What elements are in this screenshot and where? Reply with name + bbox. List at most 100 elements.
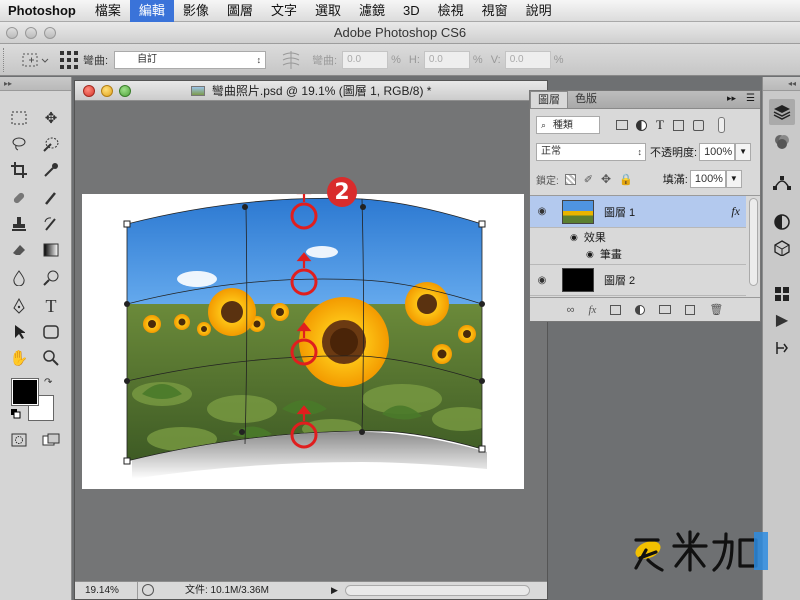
tool-preset-icon[interactable] bbox=[21, 49, 49, 71]
layer-row-1[interactable]: ◉ 圖層 1 fx bbox=[530, 196, 746, 228]
add-mask-icon[interactable] bbox=[610, 304, 622, 315]
fill-input[interactable]: 100% bbox=[689, 170, 726, 188]
navigator-panel-button-icon[interactable] bbox=[769, 281, 795, 307]
crop-tool-icon[interactable] bbox=[7, 159, 31, 181]
menu-layer[interactable]: 圖層 bbox=[218, 0, 262, 22]
minimize-window-button[interactable] bbox=[25, 27, 37, 39]
warp-orientation-icon[interactable] bbox=[280, 49, 302, 71]
layer-1-name[interactable]: 圖層 1 bbox=[604, 204, 635, 220]
quick-mask-icon[interactable] bbox=[7, 429, 31, 451]
layer-effects-row[interactable]: ◉ 效果 bbox=[570, 229, 606, 245]
layers-panel-button-icon[interactable] bbox=[769, 99, 795, 125]
lock-all-icon[interactable]: 🔒 bbox=[619, 173, 633, 186]
document-minimize-button[interactable] bbox=[101, 85, 113, 97]
panel-menu-icon[interactable]: ☰ bbox=[746, 93, 755, 104]
lock-image-icon[interactable]: ✐ bbox=[584, 173, 593, 186]
hand-tool-icon[interactable]: ✋ bbox=[7, 347, 31, 369]
warp-style-select[interactable]: 自訂 ↕ bbox=[114, 50, 267, 69]
reference-point-icon[interactable] bbox=[59, 50, 79, 70]
menu-view[interactable]: 檢視 bbox=[429, 0, 473, 22]
quick-selection-tool-icon[interactable] bbox=[39, 133, 63, 155]
actions-panel-button-icon[interactable]: ▶ bbox=[769, 307, 795, 333]
document-zoom-button[interactable] bbox=[119, 85, 131, 97]
menu-image[interactable]: 影像 bbox=[174, 0, 218, 22]
status-export-icon[interactable] bbox=[142, 584, 154, 596]
panel-collapse-icon[interactable]: ▸▸ bbox=[727, 93, 736, 104]
delete-layer-icon[interactable]: 🗑 bbox=[709, 303, 723, 316]
adjustments-panel-button-icon[interactable] bbox=[769, 209, 795, 235]
tab-channels[interactable]: 色版 bbox=[568, 91, 604, 108]
paths-panel-button-icon[interactable] bbox=[769, 169, 795, 195]
spot-healing-tool-icon[interactable] bbox=[7, 187, 31, 209]
eraser-tool-icon[interactable] bbox=[7, 239, 31, 261]
h-distortion-input[interactable]: 0.0 bbox=[423, 50, 470, 69]
channels-panel-button-icon[interactable] bbox=[769, 129, 795, 155]
zoom-level[interactable]: 19.14% bbox=[85, 582, 119, 599]
layer-filter-select[interactable]: ⌕ 種類 bbox=[536, 116, 600, 134]
blend-mode-select[interactable]: 正常 ↕ bbox=[536, 143, 646, 161]
filter-smart-object-icon[interactable] bbox=[692, 119, 704, 131]
history-brush-tool-icon[interactable] bbox=[39, 213, 63, 235]
visibility-eye-icon[interactable]: ◉ bbox=[530, 206, 554, 217]
history-panel-button-icon[interactable] bbox=[769, 335, 795, 361]
path-selection-tool-icon[interactable] bbox=[7, 321, 31, 343]
horizontal-scrollbar[interactable] bbox=[345, 585, 530, 596]
bend-input[interactable]: 0.0 bbox=[342, 50, 389, 69]
filter-pixel-icon[interactable] bbox=[616, 120, 628, 130]
blur-tool-icon[interactable] bbox=[7, 267, 31, 289]
filter-type-icon[interactable]: T bbox=[656, 117, 664, 133]
menu-select[interactable]: 選取 bbox=[306, 0, 350, 22]
toolbox-collapse-bar[interactable]: ▸▸ bbox=[0, 77, 71, 91]
foreground-color-swatch[interactable] bbox=[11, 378, 39, 406]
type-tool-icon[interactable]: T bbox=[39, 295, 63, 317]
layer-row-2[interactable]: ◉ 圖層 2 bbox=[530, 264, 746, 296]
layer-2-name[interactable]: 圖層 2 bbox=[604, 272, 635, 288]
lasso-tool-icon[interactable] bbox=[7, 133, 31, 155]
menu-help[interactable]: 說明 bbox=[517, 0, 561, 22]
document-close-button[interactable] bbox=[83, 85, 95, 97]
link-layers-icon[interactable]: ∞ bbox=[567, 304, 575, 316]
eyedropper-tool-icon[interactable] bbox=[39, 159, 63, 181]
layer-stroke-row[interactable]: ◉ 筆畫 bbox=[586, 246, 622, 262]
opacity-dropdown-icon[interactable]: ▼ bbox=[735, 143, 752, 161]
zoom-tool-icon[interactable] bbox=[39, 347, 63, 369]
effects-eye-icon[interactable]: ◉ bbox=[570, 232, 578, 243]
tab-layers[interactable]: 圖層 bbox=[530, 91, 568, 108]
v-distortion-input[interactable]: 0.0 bbox=[504, 50, 551, 69]
new-adjustment-icon[interactable] bbox=[635, 304, 646, 315]
marquee-tool-icon[interactable] bbox=[7, 107, 31, 129]
clone-stamp-tool-icon[interactable] bbox=[7, 213, 31, 235]
pen-tool-icon[interactable] bbox=[7, 295, 31, 317]
move-tool-icon[interactable]: ✥ bbox=[39, 107, 63, 129]
screen-mode-icon[interactable] bbox=[39, 429, 63, 451]
swap-colors-icon[interactable]: ↷ bbox=[44, 377, 52, 388]
status-menu-arrow-icon[interactable]: ▶ bbox=[331, 582, 338, 599]
fill-dropdown-icon[interactable]: ▼ bbox=[725, 170, 742, 188]
menu-window[interactable]: 視窗 bbox=[473, 0, 517, 22]
menu-filter[interactable]: 濾鏡 bbox=[350, 0, 394, 22]
brush-tool-icon[interactable] bbox=[39, 187, 63, 209]
visibility-eye-icon[interactable]: ◉ bbox=[530, 275, 554, 286]
filter-toggle-switch[interactable] bbox=[717, 117, 725, 133]
close-window-button[interactable] bbox=[6, 27, 18, 39]
gradient-tool-icon[interactable] bbox=[39, 239, 63, 261]
add-style-icon[interactable]: fx bbox=[588, 304, 596, 316]
new-layer-icon[interactable] bbox=[685, 304, 696, 315]
dodge-tool-icon[interactable] bbox=[39, 267, 63, 289]
app-menu[interactable]: Photoshop bbox=[0, 0, 86, 22]
lock-position-icon[interactable]: ✥ bbox=[601, 172, 611, 186]
default-colors-icon[interactable] bbox=[11, 409, 21, 419]
canvas[interactable] bbox=[82, 185, 524, 489]
shape-tool-icon[interactable] bbox=[39, 321, 63, 343]
menu-3d[interactable]: 3D bbox=[394, 0, 429, 22]
menu-edit[interactable]: 編輯 bbox=[129, 0, 174, 22]
new-group-icon[interactable] bbox=[659, 305, 672, 314]
menu-file[interactable]: 檔案 bbox=[86, 0, 130, 22]
3d-panel-button-icon[interactable] bbox=[769, 235, 795, 261]
filter-adjustment-icon[interactable] bbox=[636, 119, 647, 131]
filter-shape-icon[interactable] bbox=[672, 119, 684, 131]
dock-collapse-bar[interactable]: ◂◂ bbox=[763, 77, 800, 91]
layer-effects-fx-icon[interactable]: fx bbox=[731, 204, 740, 219]
layers-scrollbar[interactable] bbox=[749, 198, 758, 286]
lock-transparency-icon[interactable] bbox=[564, 173, 576, 185]
